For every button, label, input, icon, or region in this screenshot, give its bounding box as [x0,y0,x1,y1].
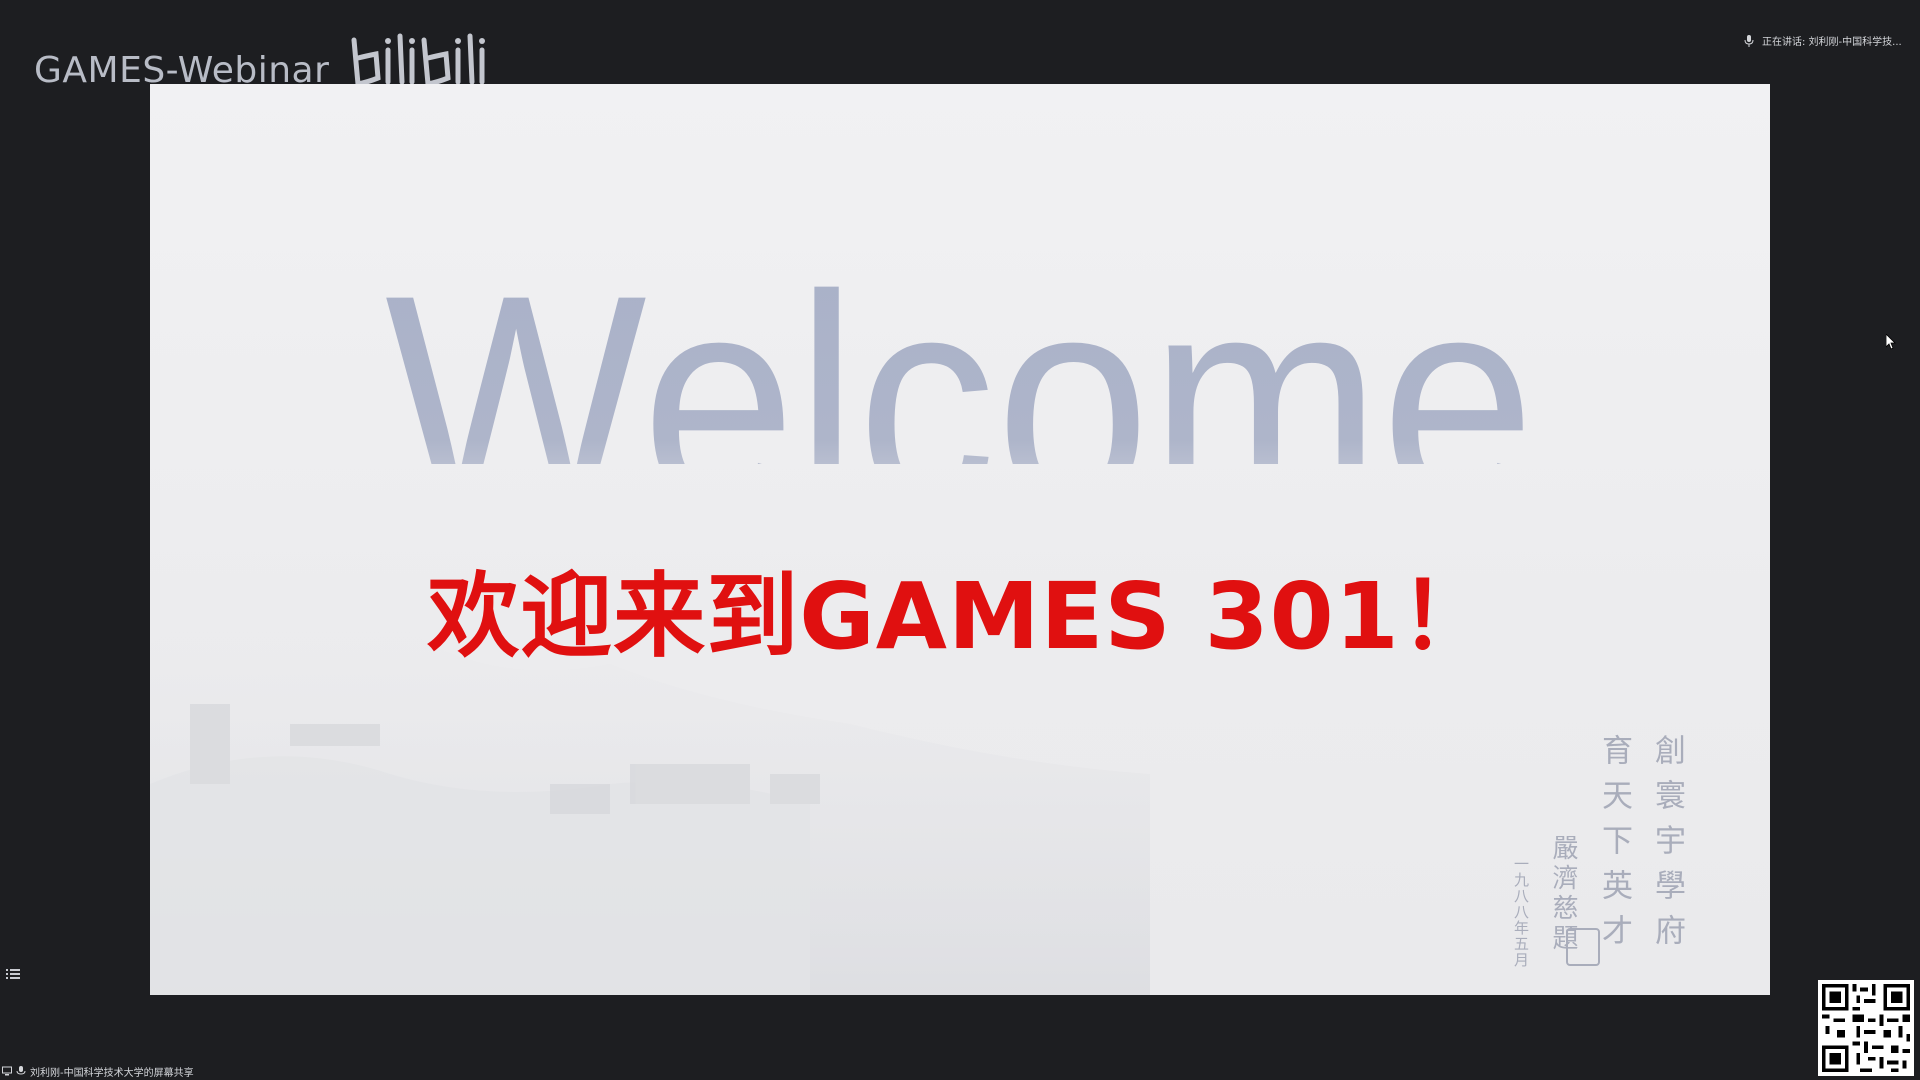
speaking-text: 正在讲话: 刘利刚-中国科学技... [1762,37,1902,48]
speaking-indicator: 正在讲话: 刘利刚-中国科学技... [1744,33,1902,48]
screen-share-icon [2,1066,12,1076]
meeting-window: GAMES-Webinar 正在讲话: 刘利刚-中国科学技... Welcome… [0,0,1920,1080]
qr-code-icon [1818,980,1914,1076]
calligraphy-signature: 嚴濟慈題 [1548,834,1578,954]
slide-headline: 欢迎来到GAMES 301！ [427,563,1493,670]
mic-icon [16,1066,26,1075]
welcome-text: Welcome [385,232,1535,568]
share-status-text: 刘利刚-中国科学技术大学的屏幕共享 [30,1068,194,1079]
list-icon[interactable] [6,968,20,980]
shared-slide: Welcome 欢迎来到GAMES 301！ 創寰宇學府 育天下英才 嚴濟慈題 … [150,84,1770,995]
bilibili-logo-icon [351,33,485,87]
calligraphy-date: 一九八八年五月 [1512,856,1530,968]
screen-share-status: 刘利刚-中国科学技术大学的屏幕共享 [2,1064,194,1079]
mic-icon [1744,34,1754,47]
calligraphy-column-2: 育天下英才 [1596,734,1632,959]
seal-stamp [1566,928,1600,966]
cursor-icon [1886,334,1896,350]
calligraphy-column-1: 創寰宇學府 [1649,734,1685,959]
